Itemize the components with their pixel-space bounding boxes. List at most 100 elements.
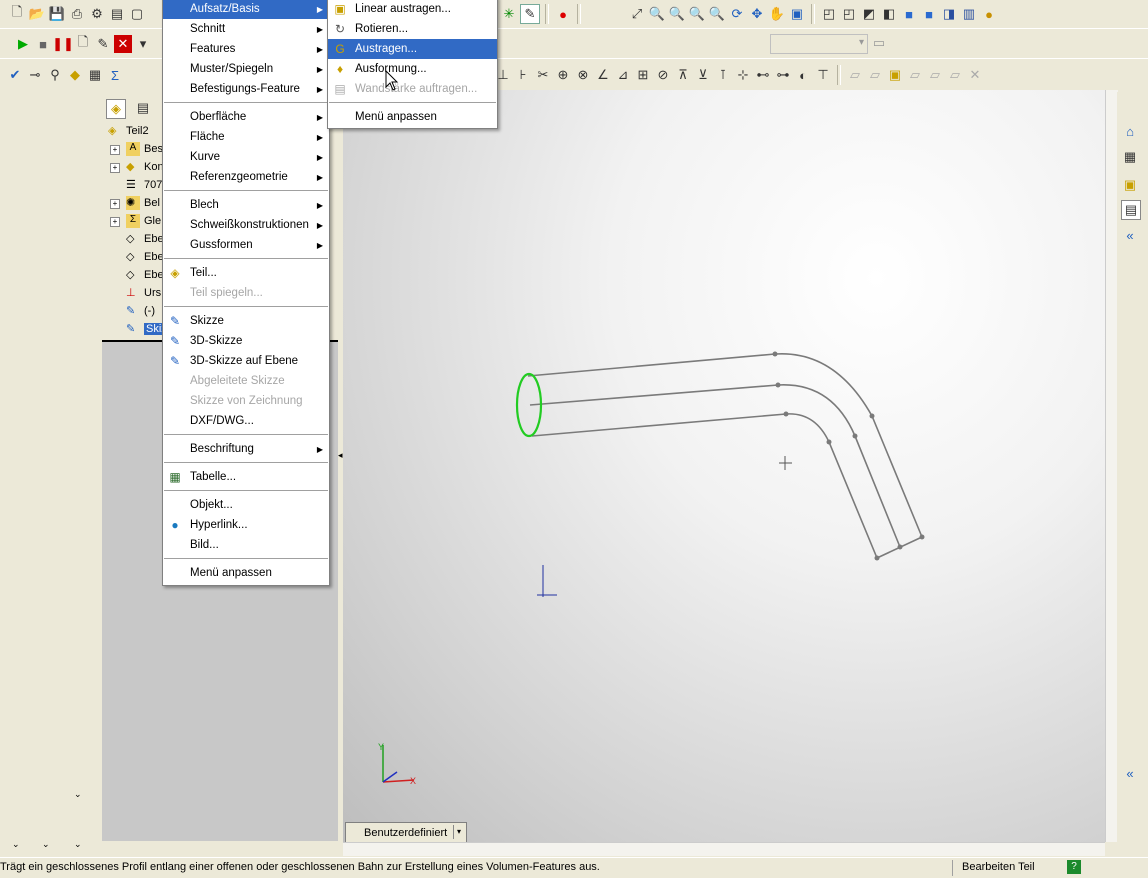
new-file-icon[interactable]: 🗋 bbox=[8, 4, 26, 23]
menu-item-oberfläche[interactable]: Oberfläche ▶ bbox=[163, 107, 329, 127]
sum-icon[interactable]: Σ bbox=[106, 66, 124, 84]
menu-item-teil[interactable]: ◈ Teil... bbox=[163, 263, 329, 283]
menu-item-beschriftung[interactable]: Beschriftung ▶ bbox=[163, 439, 329, 459]
save-icon[interactable]: 💾 bbox=[48, 5, 66, 23]
zoom-in-icon[interactable]: 🔍 bbox=[688, 5, 706, 23]
collapse-left-icon[interactable]: « bbox=[1121, 764, 1139, 782]
menu-item-muster-spiegeln[interactable]: Muster/Spiegeln ▶ bbox=[163, 59, 329, 79]
table-tool-icon[interactable]: ▦ bbox=[86, 66, 104, 84]
sketch-tool-6-icon[interactable]: ∠ bbox=[594, 66, 612, 84]
sketch-tool-15-icon[interactable]: ⊶ bbox=[774, 66, 792, 84]
menu-item-kurve[interactable]: Kurve ▶ bbox=[163, 147, 329, 167]
menu-item-features[interactable]: Features ▶ bbox=[163, 39, 329, 59]
new-macro-icon[interactable]: 🗋 bbox=[74, 34, 92, 53]
sketch-tool-3-icon[interactable]: ✂ bbox=[534, 66, 552, 84]
menu-item-schnitt[interactable]: Schnitt ▶ bbox=[163, 19, 329, 39]
menu-item-3d-skizze-auf-ebene[interactable]: ✎ 3D-Skizze auf Ebene bbox=[163, 351, 329, 371]
zoom-out-icon[interactable]: 🔍 bbox=[708, 5, 726, 23]
menu-item-befestigungs-feature[interactable]: Befestigungs-Feature ▶ bbox=[163, 79, 329, 99]
explorer-icon[interactable]: ▣ bbox=[1121, 176, 1139, 194]
shaded-icon[interactable]: ■ bbox=[900, 5, 918, 23]
chevron-down-icon[interactable]: ⌄ bbox=[12, 839, 20, 850]
feature-tree-tab-icon[interactable]: ◈ bbox=[106, 99, 126, 119]
sketch-tool-9-icon[interactable]: ⊘ bbox=[654, 66, 672, 84]
menu-item-austragen[interactable]: G Austragen... bbox=[328, 39, 497, 59]
help-icon[interactable]: ? bbox=[1067, 860, 1081, 874]
property-tab-icon[interactable]: ▤ bbox=[134, 99, 152, 117]
zoom-fit-icon[interactable]: 🔍 bbox=[648, 5, 666, 23]
palette-icon[interactable]: ▤ bbox=[1121, 200, 1141, 220]
menu-item-rotieren[interactable]: ↻ Rotieren... bbox=[328, 19, 497, 39]
options-icon[interactable]: ⚙ bbox=[88, 5, 106, 23]
pause-macro-icon[interactable]: ❚❚ bbox=[52, 35, 74, 53]
menu-item-aufsatz-basis[interactable]: Aufsatz/Basis ▶ bbox=[163, 0, 329, 19]
graphics-viewport[interactable]: Y X Benutzerdefiniert ▾ bbox=[343, 90, 1105, 842]
point-icon[interactable]: ✳ bbox=[500, 5, 518, 23]
panel-splitter-icon[interactable]: ◂ bbox=[338, 450, 343, 461]
shaded-edges-icon[interactable]: ◧ bbox=[880, 5, 898, 23]
shadows-icon[interactable]: ■ bbox=[920, 5, 938, 23]
menu-item-referenzgeometrie[interactable]: Referenzgeometrie ▶ bbox=[163, 167, 329, 187]
menu-item-dxf-dwg[interactable]: DXF/DWG... bbox=[163, 411, 329, 431]
horizontal-scrollbar[interactable] bbox=[343, 842, 1105, 856]
pan-icon[interactable]: ✥ bbox=[748, 5, 766, 23]
menu-item-3d-skizze[interactable]: ✎ 3D-Skizze bbox=[163, 331, 329, 351]
sketch-tool-2-icon[interactable]: ⊦ bbox=[514, 66, 532, 84]
menu-item-bild[interactable]: Bild... bbox=[163, 535, 329, 555]
sketch-toggle-icon[interactable]: ✎ bbox=[520, 4, 540, 24]
sketch-tool-11-icon[interactable]: ⊻ bbox=[694, 66, 712, 84]
block-tool-icon[interactable]: ▣ bbox=[886, 66, 904, 84]
collapse-left-icon[interactable]: « bbox=[1121, 226, 1139, 244]
run-macro-icon[interactable]: ▶ bbox=[14, 35, 32, 53]
sketch-tool-17-icon[interactable]: ⊤ bbox=[814, 66, 832, 84]
sketch-tool-13-icon[interactable]: ⊹ bbox=[734, 66, 752, 84]
menu-item-ausformung[interactable]: ♦ Ausformung... bbox=[328, 59, 497, 79]
tree-root[interactable]: ◈ Teil2 bbox=[108, 122, 149, 140]
library-icon[interactable]: ▦ bbox=[1121, 148, 1139, 166]
select-icon[interactable]: ⤢ bbox=[628, 5, 646, 23]
menu-item-menü-anpassen[interactable]: Menü anpassen bbox=[328, 107, 497, 127]
view-orientation-tab[interactable]: Benutzerdefiniert ▾ bbox=[345, 822, 467, 842]
menu-item-hyperlink[interactable]: ● Hyperlink... bbox=[163, 515, 329, 535]
tree-item[interactable]: ◇ Ebe bbox=[126, 230, 164, 248]
menu-item-tabelle[interactable]: ▦ Tabelle... bbox=[163, 467, 329, 487]
chevron-down-icon[interactable]: ⌄ bbox=[74, 839, 82, 850]
section-view-icon[interactable]: ◨ bbox=[940, 5, 958, 23]
sketch-tool-14-icon[interactable]: ⊷ bbox=[754, 66, 772, 84]
menu-item-blech[interactable]: Blech ▶ bbox=[163, 195, 329, 215]
sketch-tool-10-icon[interactable]: ⊼ bbox=[674, 66, 692, 84]
menu-item-schweißkonstruktionen[interactable]: Schweißkonstruktionen ▶ bbox=[163, 215, 329, 235]
chevron-down-icon[interactable]: ▾ bbox=[453, 825, 464, 839]
window-icon[interactable]: ▢ bbox=[128, 5, 146, 23]
open-file-icon[interactable]: 📂 bbox=[28, 5, 46, 23]
sketch-tool-5-icon[interactable]: ⊗ bbox=[574, 66, 592, 84]
view-orient-icon[interactable]: ✋ bbox=[768, 5, 786, 23]
menu-item-objekt[interactable]: Objekt... bbox=[163, 495, 329, 515]
menu-item-gussformen[interactable]: Gussformen ▶ bbox=[163, 235, 329, 255]
chevron-down-icon[interactable]: ⌄ bbox=[74, 789, 82, 800]
edit-macro-icon[interactable]: ✎ bbox=[94, 35, 112, 53]
tree-item[interactable]: + A Bes bbox=[110, 140, 163, 158]
config-button-icon[interactable]: ▭ bbox=[870, 34, 888, 52]
tree-item[interactable]: ◇ Ebe bbox=[126, 266, 164, 284]
menu-item-fläche[interactable]: Fläche ▶ bbox=[163, 127, 329, 147]
menu-item-linear-austragen[interactable]: ▣ Linear austragen... bbox=[328, 0, 497, 19]
stop-macro-icon[interactable]: ■ bbox=[34, 35, 52, 53]
realview-icon[interactable]: ● bbox=[980, 5, 998, 23]
sketch-tool-12-icon[interactable]: ⊺ bbox=[714, 66, 732, 84]
standard-views-icon[interactable]: ▣ bbox=[788, 5, 806, 23]
dimension-icon[interactable]: ⊸ bbox=[26, 66, 44, 84]
close-macro-icon[interactable]: ✕ bbox=[114, 35, 132, 53]
print-preview-icon[interactable]: ▤ bbox=[108, 5, 126, 23]
sketch-tool-16-icon[interactable]: ◐ bbox=[794, 66, 812, 84]
tree-item[interactable]: + ◆ Kon bbox=[110, 158, 164, 176]
configuration-dropdown[interactable]: ▾ bbox=[770, 34, 868, 54]
chevron-down-icon[interactable]: ⌄ bbox=[42, 839, 50, 850]
print-icon[interactable]: ⎙ bbox=[68, 5, 86, 23]
record-icon[interactable]: ● bbox=[554, 5, 572, 23]
dropdown-arrow-icon[interactable]: ▾ bbox=[134, 35, 152, 53]
note-icon[interactable]: ◆ bbox=[66, 66, 84, 84]
wireframe-icon[interactable]: ◰ bbox=[820, 5, 838, 23]
sketch-tool-4-icon[interactable]: ⊕ bbox=[554, 66, 572, 84]
tree-item[interactable]: + Σ Gle bbox=[110, 212, 161, 230]
